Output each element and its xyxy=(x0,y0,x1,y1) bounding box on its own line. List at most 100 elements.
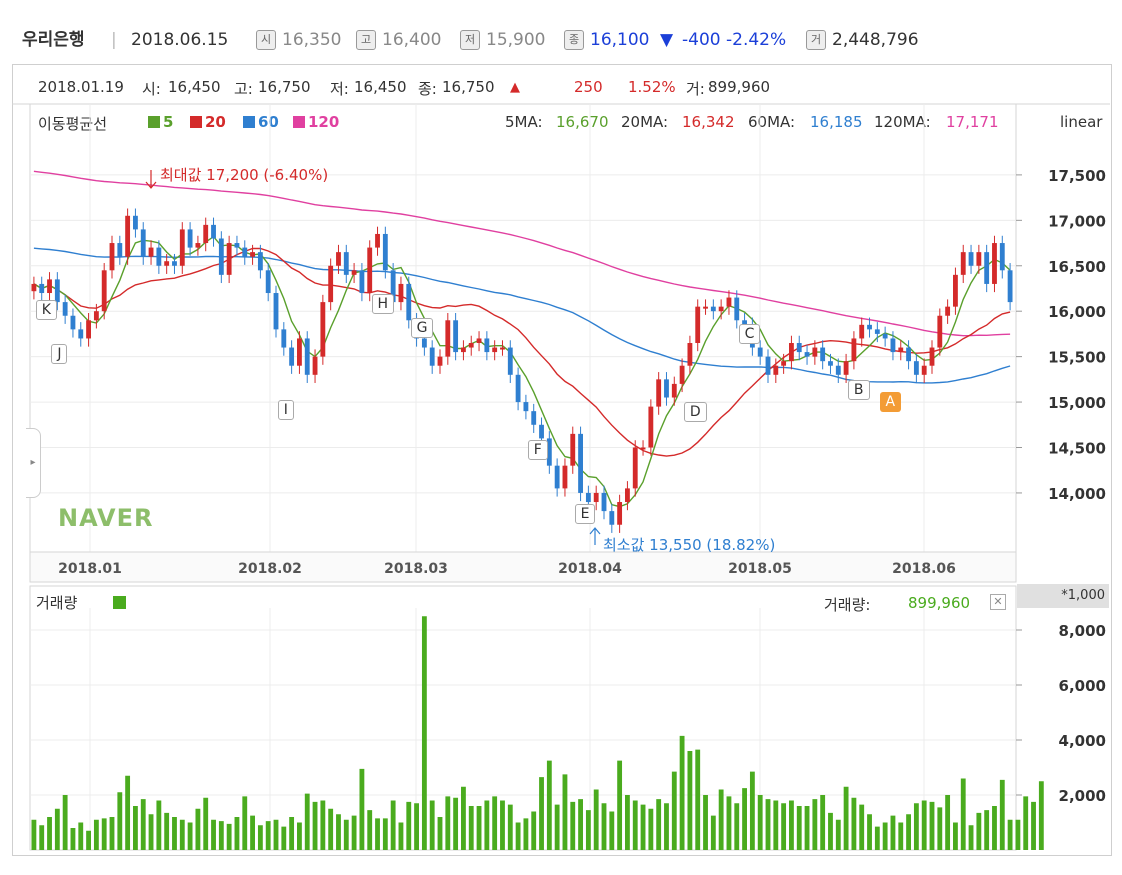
volume-bar xyxy=(398,822,404,850)
close-icon[interactable]: ✕ xyxy=(990,594,1006,610)
volume-bar xyxy=(992,806,997,850)
volume-bar xyxy=(484,800,490,850)
volume-bar xyxy=(749,771,755,850)
candle xyxy=(859,324,865,339)
candle xyxy=(398,283,404,303)
candle xyxy=(453,320,459,353)
candle xyxy=(429,347,435,366)
volume-bar xyxy=(47,817,52,850)
volume-bar xyxy=(70,828,76,850)
volume-bar xyxy=(781,803,787,850)
volume-bar xyxy=(109,817,115,850)
candle xyxy=(835,365,841,375)
marker-j[interactable]: J xyxy=(51,344,68,364)
candle xyxy=(960,252,966,275)
candle xyxy=(828,361,833,366)
candle xyxy=(703,306,708,309)
candle xyxy=(554,465,560,489)
volume-bar xyxy=(671,771,677,850)
candle xyxy=(226,243,232,275)
candle xyxy=(921,365,927,375)
marker-h[interactable]: H xyxy=(371,294,395,314)
candle xyxy=(976,252,982,266)
volume-bar xyxy=(195,808,201,850)
volume-bar xyxy=(882,822,888,850)
candle xyxy=(359,270,365,294)
marker-b[interactable]: B xyxy=(847,380,870,400)
volume-bar xyxy=(234,817,240,850)
volume-bar xyxy=(1015,819,1021,850)
volume-bar xyxy=(492,796,498,850)
volume-bar xyxy=(921,800,927,850)
candle xyxy=(179,229,185,266)
marker-c[interactable]: C xyxy=(738,324,761,344)
candle xyxy=(70,315,76,330)
candle xyxy=(250,252,255,257)
volume-bar xyxy=(976,812,982,850)
date-tick-label: 2018.04 xyxy=(558,561,622,577)
price-tick-label: 15,500 xyxy=(1048,349,1106,367)
marker-d[interactable]: D xyxy=(683,402,707,422)
candle xyxy=(867,324,872,330)
volume-bar xyxy=(913,803,919,850)
volume-bar xyxy=(125,775,131,850)
volume-bar xyxy=(343,819,349,850)
volume-bar xyxy=(937,807,943,850)
volume-bar xyxy=(265,821,271,850)
volume-bar xyxy=(718,789,724,850)
candle xyxy=(984,252,990,284)
candle xyxy=(172,261,177,266)
candle xyxy=(148,247,154,257)
candle xyxy=(882,333,888,339)
min-annotation: 최소값 13,550 (18.82%) xyxy=(603,536,775,554)
volume-bar xyxy=(468,806,474,850)
candle xyxy=(913,361,919,375)
candle xyxy=(375,233,380,248)
date-tick-label: 2018.05 xyxy=(728,561,792,577)
candle xyxy=(632,447,638,489)
candle xyxy=(710,306,716,312)
side-panel-toggle[interactable]: ▸ xyxy=(26,428,41,498)
volume-bar xyxy=(726,796,732,850)
candle xyxy=(195,243,201,248)
candle xyxy=(968,252,974,266)
date-tick-label: 2018.01 xyxy=(58,561,122,577)
volume-bar xyxy=(1031,801,1036,850)
marker-i[interactable]: I xyxy=(277,400,294,420)
volume-bar xyxy=(257,825,263,850)
volume-bar xyxy=(999,779,1005,850)
volume-bar xyxy=(476,806,482,850)
marker-e[interactable]: E xyxy=(574,504,596,524)
volume-bar xyxy=(828,812,833,850)
volume-bar xyxy=(710,815,716,850)
candle xyxy=(671,383,677,398)
volume-bar xyxy=(445,796,451,850)
candle xyxy=(773,365,779,375)
volume-bar xyxy=(117,792,123,850)
candle xyxy=(570,433,576,466)
volume-bar xyxy=(187,822,193,850)
volume-bar xyxy=(703,795,708,850)
volume-bar xyxy=(515,822,521,850)
candle xyxy=(539,424,544,439)
candle xyxy=(140,229,146,257)
volume-bar xyxy=(39,825,45,850)
candle xyxy=(211,224,216,239)
candle xyxy=(726,297,732,307)
volume-bar xyxy=(1038,781,1044,850)
price-tick-label: 14,500 xyxy=(1048,440,1106,458)
volume-bar xyxy=(336,814,341,850)
volume-bar xyxy=(367,810,373,850)
marker-f[interactable]: F xyxy=(527,440,548,460)
ma20-line xyxy=(33,247,1011,457)
marker-k[interactable]: K xyxy=(35,300,57,320)
candle xyxy=(906,347,911,362)
volume-bar xyxy=(320,800,326,850)
marker-a[interactable]: A xyxy=(879,392,902,412)
moving-average-lines xyxy=(33,170,1011,508)
candle xyxy=(336,252,341,266)
candle xyxy=(257,252,263,271)
volume-bar xyxy=(375,818,380,850)
volume-bar xyxy=(406,801,412,850)
marker-g[interactable]: G xyxy=(410,318,434,338)
